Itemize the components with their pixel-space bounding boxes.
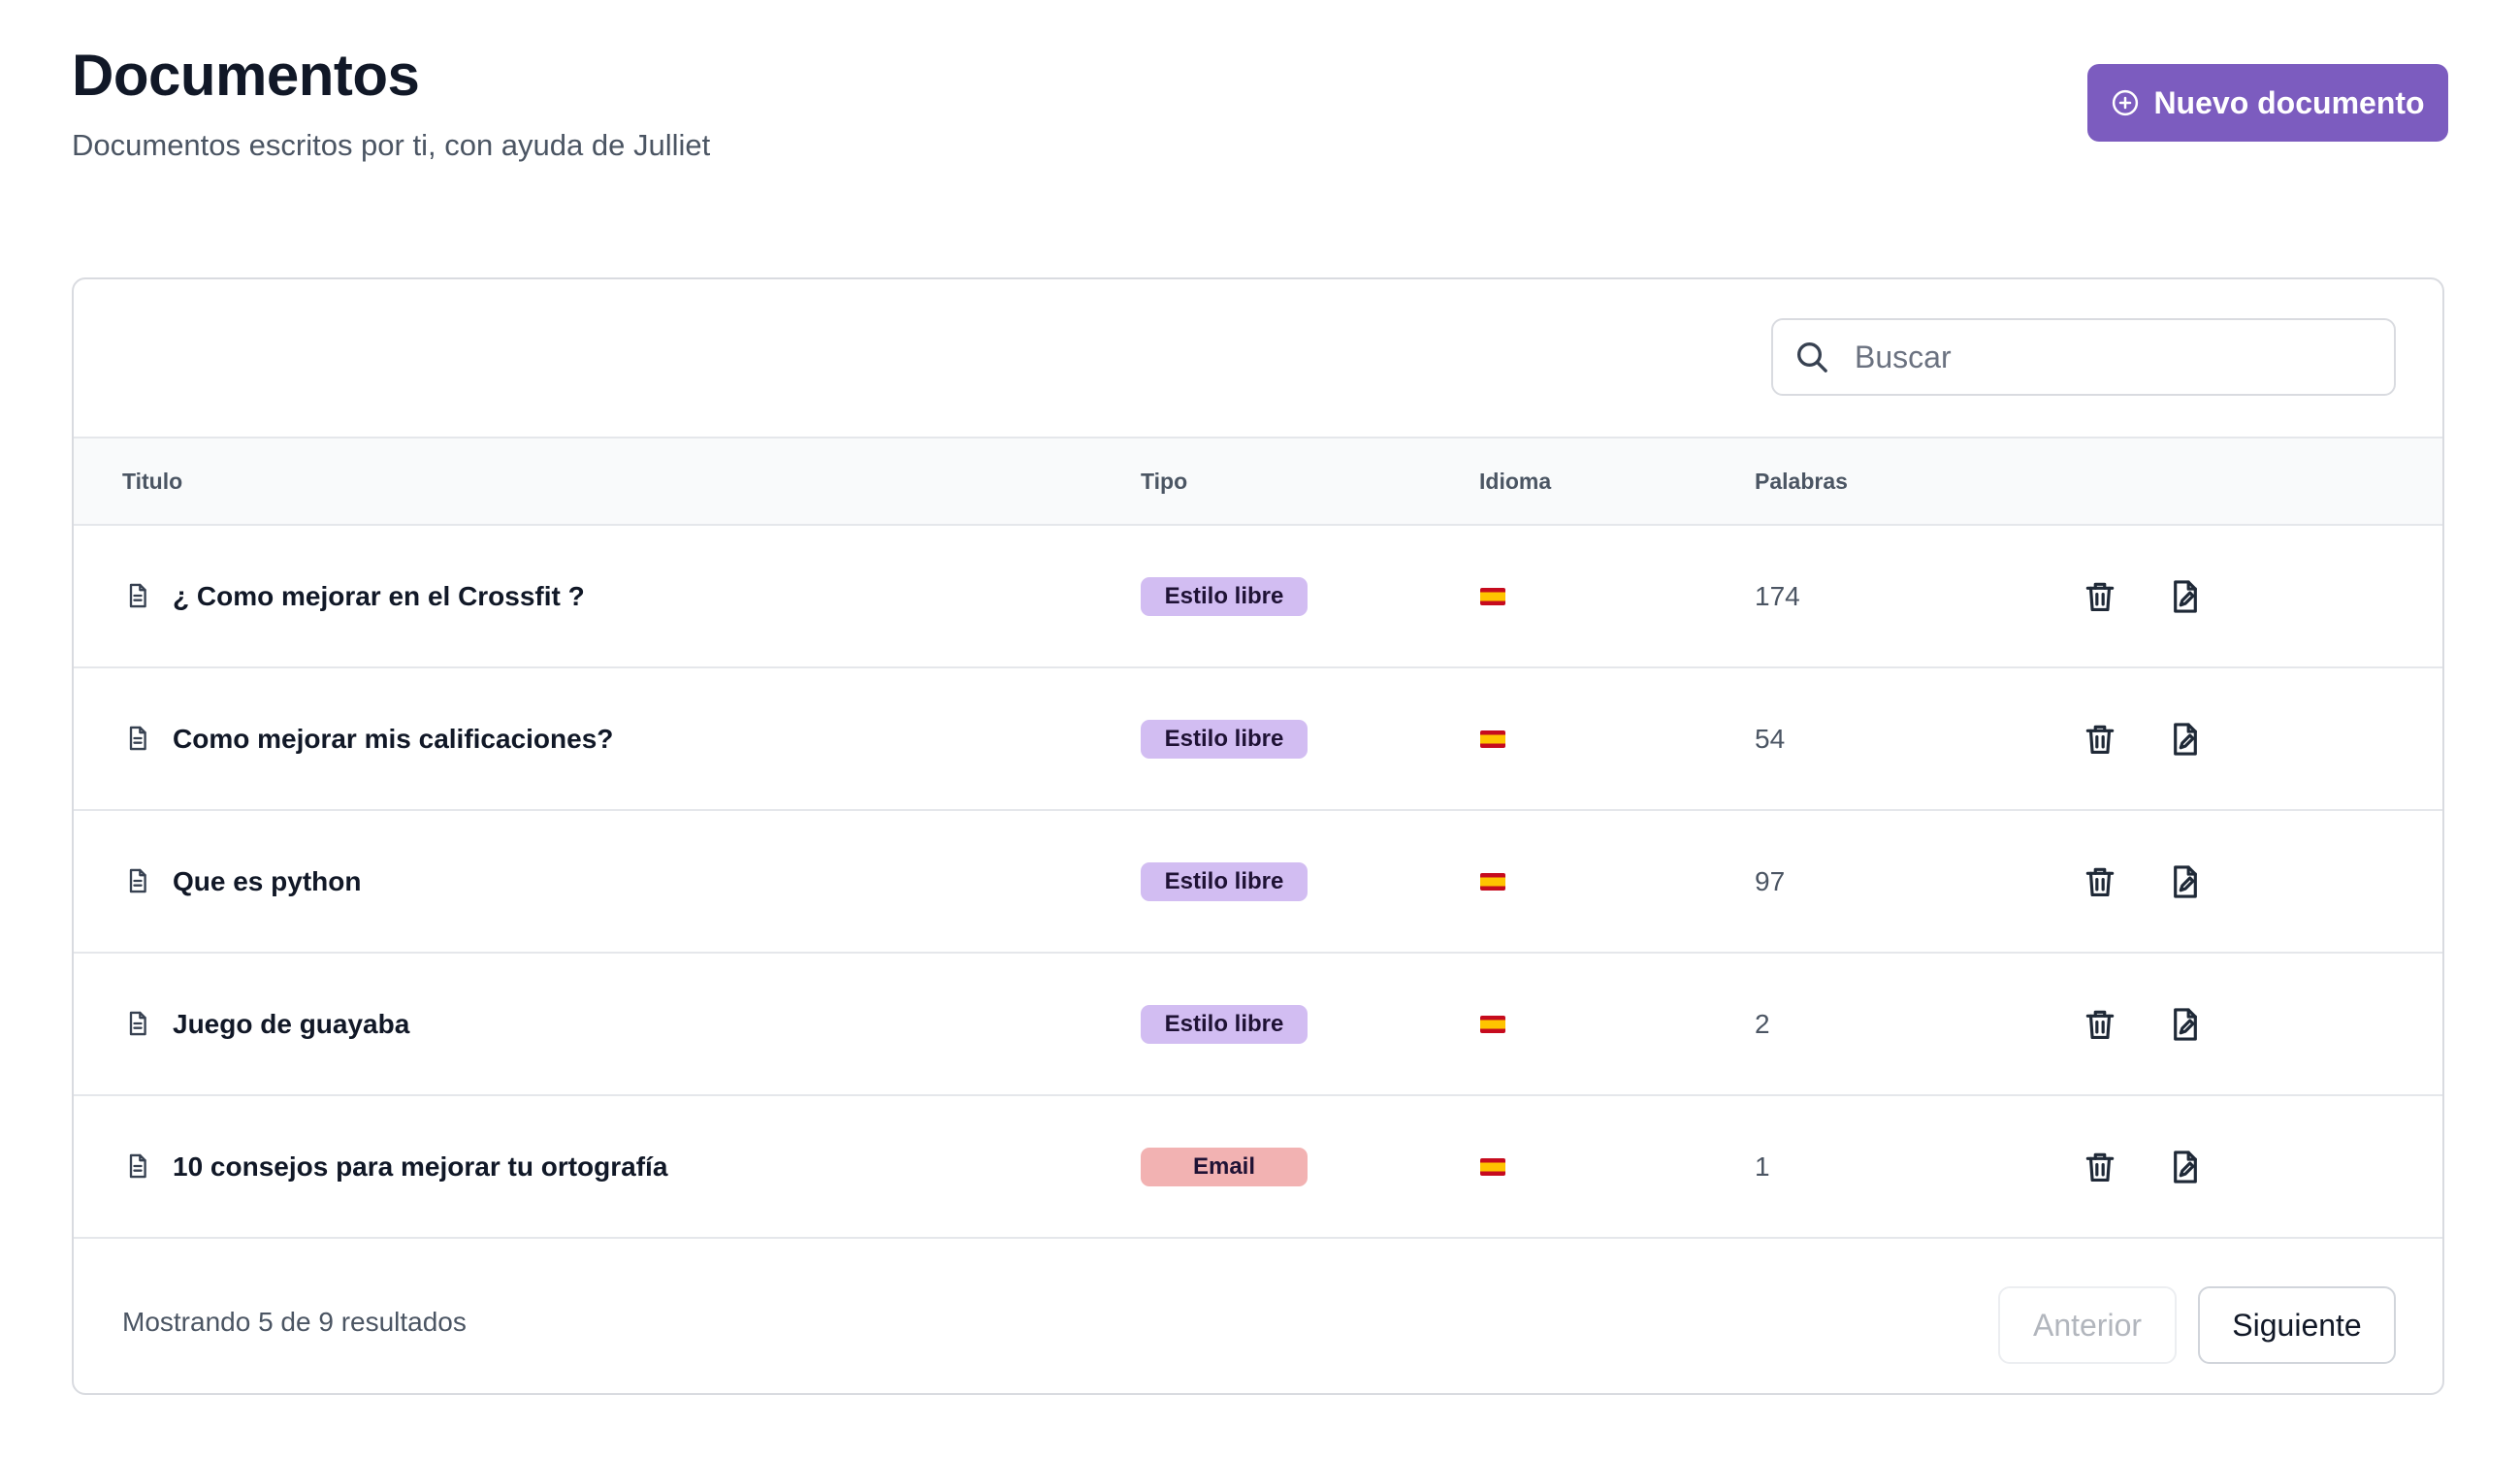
spanish-flag-icon xyxy=(1480,730,1505,748)
column-header-type: Tipo xyxy=(1141,469,1188,494)
previous-page-button[interactable]: Anterior xyxy=(1998,1286,2177,1364)
edit-document-icon[interactable] xyxy=(2167,721,2204,758)
delete-icon[interactable] xyxy=(2082,578,2118,615)
word-count: 1 xyxy=(1755,1151,1770,1182)
document-icon xyxy=(124,1152,151,1180)
page-title: Documentos xyxy=(72,43,420,108)
table-row[interactable]: 10 consejos para mejorar tu ortografía Em… xyxy=(74,1096,2442,1239)
column-header-words: Palabras xyxy=(1755,469,1848,494)
word-count: 2 xyxy=(1755,1009,1770,1039)
edit-document-icon[interactable] xyxy=(2167,863,2204,900)
table-row[interactable]: Como mejorar mis calificaciones? Estilo l… xyxy=(74,668,2442,811)
type-badge: Estilo libre xyxy=(1141,720,1308,759)
document-title[interactable]: Como mejorar mis calificaciones? xyxy=(173,668,613,809)
document-icon xyxy=(124,867,151,894)
document-icon xyxy=(124,1010,151,1037)
column-header-title: Titulo xyxy=(122,469,183,494)
delete-icon[interactable] xyxy=(2082,863,2118,900)
document-title[interactable]: Juego de guayaba xyxy=(173,954,409,1094)
type-badge: Estilo libre xyxy=(1141,577,1308,616)
search-icon xyxy=(1797,342,1827,373)
document-title[interactable]: Que es python xyxy=(173,811,361,952)
edit-document-icon[interactable] xyxy=(2167,1006,2204,1043)
table-footer: Mostrando 5 de 9 resultados Anterior Sig… xyxy=(74,1249,2442,1393)
word-count: 54 xyxy=(1755,724,1786,754)
spanish-flag-icon xyxy=(1480,1016,1505,1033)
delete-icon[interactable] xyxy=(2082,721,2118,758)
table-row[interactable]: Juego de guayaba Estilo libre 2 xyxy=(74,954,2442,1096)
document-icon xyxy=(124,582,151,609)
plus-circle-icon xyxy=(2113,89,2139,116)
new-document-button[interactable]: Nuevo documento xyxy=(2087,64,2448,142)
delete-icon[interactable] xyxy=(2082,1149,2118,1185)
table-header: Titulo Tipo Idioma Palabras xyxy=(74,437,2442,526)
page-header: Documentos Documentos escritos por ti, c… xyxy=(72,39,2448,175)
type-badge: Estilo libre xyxy=(1141,862,1308,901)
spanish-flag-icon xyxy=(1480,1158,1505,1176)
spanish-flag-icon xyxy=(1480,873,1505,891)
table-body: ¿ Como mejorar en el Crossfit ? Estilo li… xyxy=(74,526,2442,1239)
spanish-flag-icon xyxy=(1480,588,1505,605)
delete-icon[interactable] xyxy=(2082,1006,2118,1043)
table-row[interactable]: ¿ Como mejorar en el Crossfit ? Estilo li… xyxy=(74,526,2442,668)
edit-document-icon[interactable] xyxy=(2167,578,2204,615)
edit-document-icon[interactable] xyxy=(2167,1149,2204,1185)
column-header-language: Idioma xyxy=(1479,469,1552,494)
search-input[interactable] xyxy=(1855,339,2378,375)
table-row[interactable]: Que es python Estilo libre 97 xyxy=(74,811,2442,954)
type-badge: Email xyxy=(1141,1148,1308,1186)
next-page-button[interactable]: Siguiente xyxy=(2198,1286,2396,1364)
document-title[interactable]: 10 consejos para mejorar tu ortografía xyxy=(173,1096,667,1237)
page-subtitle: Documentos escritos por ti, con ayuda de… xyxy=(72,128,711,162)
word-count: 97 xyxy=(1755,866,1786,896)
results-count: Mostrando 5 de 9 resultados xyxy=(122,1307,467,1337)
document-icon xyxy=(124,725,151,752)
documents-card: Titulo Tipo Idioma Palabras ¿ Como mejor… xyxy=(72,277,2444,1395)
type-badge: Estilo libre xyxy=(1141,1005,1308,1044)
word-count: 174 xyxy=(1755,581,1800,611)
search-box[interactable] xyxy=(1771,318,2396,396)
document-title[interactable]: ¿ Como mejorar en el Crossfit ? xyxy=(173,526,585,666)
new-document-label: Nuevo documento xyxy=(2153,84,2425,120)
